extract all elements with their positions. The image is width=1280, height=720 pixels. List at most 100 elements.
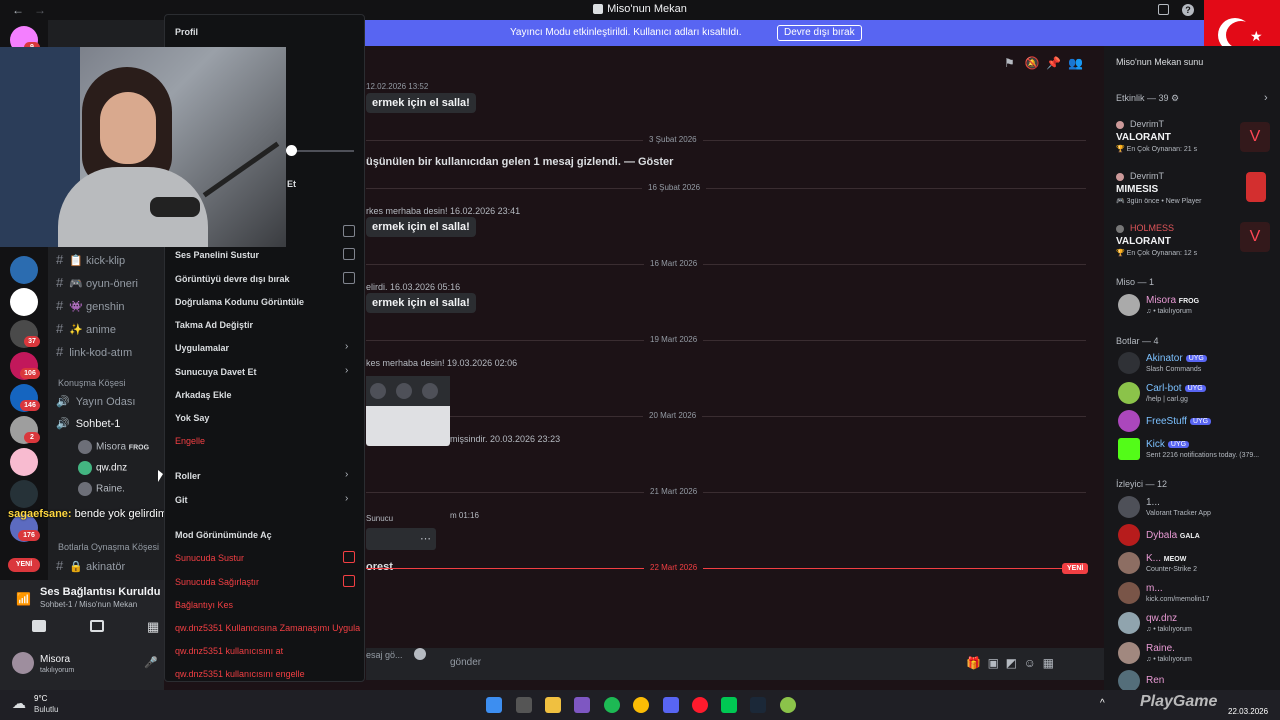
- copilot-icon[interactable]: [574, 697, 590, 713]
- emoji-icon[interactable]: [414, 648, 426, 660]
- tool-icon[interactable]: [396, 383, 412, 399]
- avatar[interactable]: [1118, 552, 1140, 574]
- app-icon[interactable]: [780, 697, 796, 713]
- channel-item[interactable]: # 🎮 oyun-öneri: [56, 275, 138, 293]
- screen-share-icon[interactable]: [90, 620, 104, 632]
- member-name[interactable]: Ren: [1146, 675, 1164, 686]
- server-icon[interactable]: [10, 480, 38, 508]
- avatar[interactable]: [1118, 670, 1140, 692]
- menu-item-ignore[interactable]: Yok Say: [175, 413, 209, 423]
- apps-icon[interactable]: ▦: [1043, 656, 1054, 670]
- menu-item-fragment[interactable]: Et: [287, 179, 296, 189]
- wave-message[interactable]: ermek için el salla!: [366, 217, 476, 237]
- composer-placeholder[interactable]: gönder: [450, 657, 481, 668]
- disable-streamer-mode-button[interactable]: Devre dışı bırak: [777, 25, 862, 41]
- discord-icon[interactable]: [663, 697, 679, 713]
- more-icon[interactable]: ⋯: [420, 532, 431, 545]
- member-row[interactable]: Carl-bot UYG: [1146, 383, 1206, 394]
- volume-slider-handle[interactable]: [286, 145, 297, 156]
- voice-user[interactable]: Misora FROG: [78, 440, 149, 454]
- start-icon[interactable]: [486, 697, 502, 713]
- menu-item-kick[interactable]: qw.dnz5351 kullanıcısını at: [175, 646, 283, 656]
- mute-bell-icon[interactable]: 🔕: [1025, 56, 1040, 70]
- voice-user[interactable]: Raine.: [78, 482, 125, 496]
- member-row[interactable]: FreeStuff UYG: [1146, 416, 1212, 427]
- menu-item-roles[interactable]: Roller: [175, 471, 201, 481]
- avatar[interactable]: [1118, 410, 1140, 432]
- activity-card[interactable]: HOLMESS VALORANT 🏆 En Çok Oynanan: 12 s …: [1116, 222, 1276, 270]
- menu-item-go[interactable]: Git: [175, 495, 188, 505]
- voice-channel[interactable]: 🔊 Yayın Odası: [56, 395, 135, 413]
- spotify-icon[interactable]: [604, 697, 620, 713]
- checkbox[interactable]: [343, 551, 355, 563]
- avatar[interactable]: [1118, 438, 1140, 460]
- wave-message[interactable]: ermek için el salla!: [366, 293, 476, 313]
- avatar[interactable]: [1118, 524, 1140, 546]
- member-row[interactable]: Kick UYG: [1146, 439, 1190, 450]
- category-header[interactable]: Konuşma Köşesi: [58, 378, 126, 388]
- menu-item-disable-video[interactable]: Görüntüyü devre dışı bırak: [175, 274, 290, 284]
- channel-item[interactable]: # link-kod-atım: [56, 344, 132, 362]
- menu-item-mute-soundboard[interactable]: Ses Panelini Sustur: [175, 250, 259, 260]
- server-icon[interactable]: [10, 288, 38, 316]
- menu-item-block[interactable]: Engelle: [175, 436, 205, 446]
- server-header[interactable]: Miso'nun Mekan sunu: [1116, 57, 1203, 67]
- emoji-icon[interactable]: ☺: [1024, 656, 1036, 670]
- message-composer[interactable]: gönder 🎁 ▣ ◩ ☺ ▦: [366, 648, 1106, 680]
- menu-item-profile[interactable]: Profil: [175, 27, 198, 37]
- menu-item-disconnect[interactable]: Bağlantıyı Kes: [175, 600, 233, 610]
- opera-icon[interactable]: [692, 697, 708, 713]
- avatar[interactable]: [1118, 352, 1140, 374]
- activity-card[interactable]: DevrimT VALORANT 🏆 En Çok Oynanan: 21 s …: [1116, 118, 1276, 166]
- voice-user[interactable]: qw.dnz: [78, 461, 127, 475]
- activities-icon[interactable]: ▦: [147, 619, 159, 635]
- member-row[interactable]: Akinator UYG: [1146, 353, 1207, 364]
- avatar[interactable]: [1118, 382, 1140, 404]
- threads-icon[interactable]: ⚑: [1004, 56, 1015, 70]
- menu-item-mod-view[interactable]: Mod Görünümünde Aç: [175, 530, 272, 540]
- chrome-icon[interactable]: [633, 697, 649, 713]
- avatar[interactable]: [1118, 294, 1140, 316]
- menu-item-verification-code[interactable]: Doğrulama Kodunu Görüntüle: [175, 297, 304, 307]
- tool-icon[interactable]: [370, 383, 386, 399]
- channel-item[interactable]: # 📋 kick-klip: [56, 252, 125, 270]
- menu-item-add-friend[interactable]: Arkadaş Ekle: [175, 390, 232, 400]
- channel-item[interactable]: # ✨ anime: [56, 321, 116, 339]
- menu-item-timeout[interactable]: qw.dnz5351 Kullanıcısına Zamanaşımı Uygu…: [175, 623, 360, 633]
- voice-location[interactable]: Sohbet-1 / Miso'nun Mekan: [40, 600, 137, 609]
- chevron-up-icon[interactable]: ^: [1100, 698, 1105, 709]
- avatar[interactable]: [1118, 496, 1140, 518]
- sticker-icon[interactable]: ◩: [1006, 656, 1017, 670]
- member-row[interactable]: Dybala GALA: [1146, 530, 1200, 541]
- thread-composer-text[interactable]: esaj gö...: [366, 650, 403, 660]
- microphone-icon[interactable]: 🎤: [144, 656, 158, 669]
- server-icon[interactable]: [10, 256, 38, 284]
- checkbox[interactable]: [343, 248, 355, 260]
- avatar[interactable]: [1118, 612, 1140, 634]
- taskbar-date[interactable]: 22.03.2026: [1228, 707, 1268, 716]
- server-icon[interactable]: [10, 448, 38, 476]
- gear-icon[interactable]: ⚙: [1171, 93, 1179, 103]
- pin-icon[interactable]: 📌: [1046, 56, 1061, 70]
- checkbox[interactable]: [343, 272, 355, 284]
- menu-item-apps[interactable]: Uygulamalar: [175, 343, 229, 353]
- task-view-icon[interactable]: [516, 697, 532, 713]
- member-name[interactable]: m...: [1146, 583, 1163, 594]
- category-header[interactable]: Botlarla Oynaşma Köşesi: [58, 542, 159, 552]
- member-row[interactable]: Misora FROG: [1146, 295, 1199, 306]
- weather-desc[interactable]: Bulutlu: [34, 705, 58, 714]
- camera-off-icon[interactable]: [32, 620, 46, 632]
- hidden-message-text[interactable]: üşünülen bir kullanıcıdan gelen 1 mesaj …: [366, 156, 673, 168]
- channel-item[interactable]: # 🔒 akinatör: [56, 558, 125, 576]
- help-icon[interactable]: ?: [1182, 4, 1194, 16]
- wave-message[interactable]: ermek için el salla!: [366, 93, 476, 113]
- gif-icon[interactable]: ▣: [988, 656, 999, 670]
- menu-item-server-deafen[interactable]: Sunucuda Sağırlaştır: [175, 577, 259, 587]
- members-icon[interactable]: 👥: [1068, 56, 1083, 70]
- avatar[interactable]: [1118, 642, 1140, 664]
- avatar[interactable]: [1118, 582, 1140, 604]
- activity-card[interactable]: DevrimT MIMESIS 🎮 3gün önce • New Player: [1116, 170, 1276, 218]
- gift-icon[interactable]: 🎁: [966, 656, 981, 670]
- weather-temp[interactable]: 9°C: [34, 694, 47, 703]
- app-icon[interactable]: [721, 697, 737, 713]
